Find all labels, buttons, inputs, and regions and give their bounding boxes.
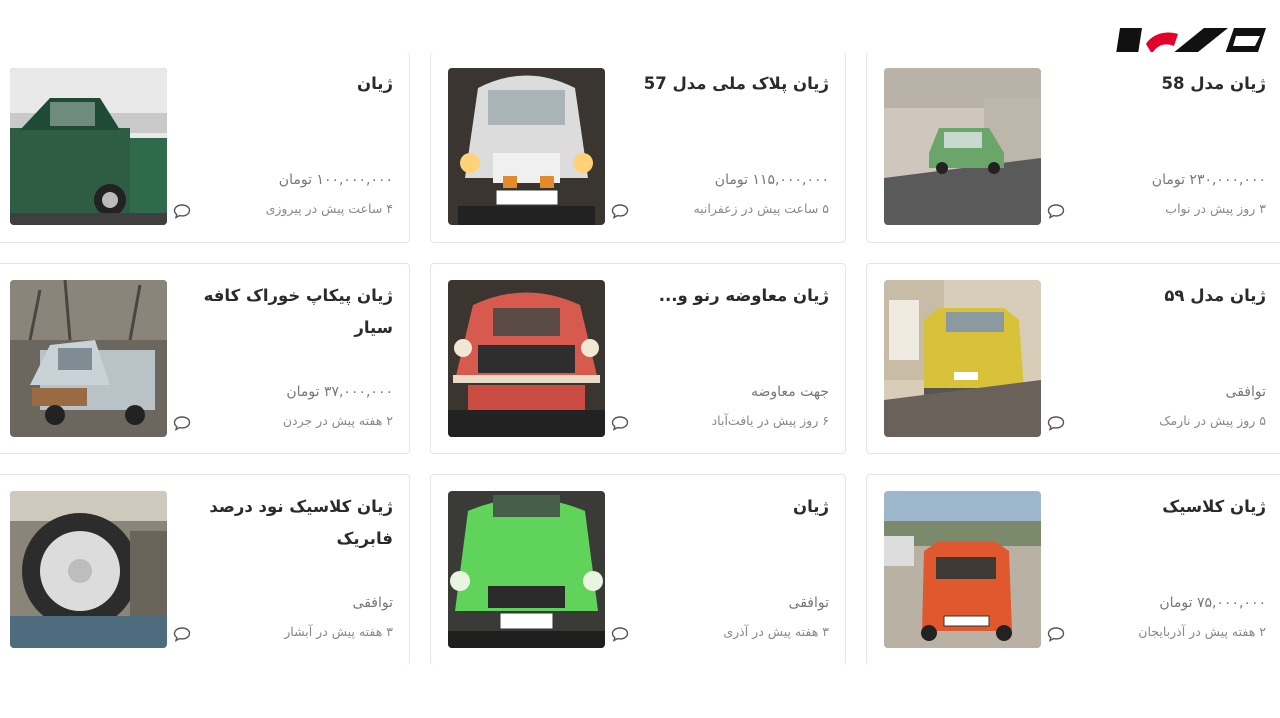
listing-title[interactable]: ژیان پیکاپ خوراک کافه سیار (183, 280, 393, 344)
listing-info: ژیان توافقی ۳ هفته پیش در آذری (619, 491, 829, 651)
listing-card[interactable]: ژیان کلاسیک نود درصد فابریک توافقی ۳ هفت… (0, 474, 410, 665)
listing-card[interactable]: ژیان معاوضه رنو و... جهت معاوضه ۶ روز پی… (430, 263, 846, 454)
listing-card[interactable]: ژیان توافقی ۳ هفته پیش در آذری (430, 474, 846, 665)
listing-price: ۷۵,۰۰۰,۰۰۰ تومان (1159, 595, 1266, 611)
listing-thumbnail[interactable] (884, 280, 1041, 437)
listing-title[interactable]: ژیان (183, 68, 393, 132)
listing-price: توافقی (352, 595, 393, 611)
listing-info: ژیان ۱۰۰,۰۰۰,۰۰۰ تومان ۴ ساعت پیش در پیر… (183, 68, 393, 228)
listing-price: ۳۷,۰۰۰,۰۰۰ تومان (286, 384, 393, 400)
listing-meta: ۳ روز پیش در نواب (1165, 201, 1266, 216)
listing-meta: ۳ هفته پیش در آبشار (284, 624, 393, 639)
listing-title[interactable]: ژیان کلاسیک نود درصد فابریک (183, 491, 393, 555)
listing-info: ژیان معاوضه رنو و... جهت معاوضه ۶ روز پی… (619, 280, 829, 440)
listing-card[interactable]: ژیان مدل 58 ۲۳۰,۰۰۰,۰۰۰ تومان ۳ روز پیش … (866, 52, 1280, 243)
listing-meta: ۲ هفته پیش در آذربایجان (1138, 624, 1266, 639)
listing-info: ژیان کلاسیک نود درصد فابریک توافقی ۳ هفت… (183, 491, 393, 651)
listing-title[interactable]: ژیان مدل 58 (1056, 68, 1267, 132)
listing-thumbnail[interactable] (884, 491, 1041, 648)
listing-thumbnail[interactable] (448, 491, 605, 648)
listing-price: توافقی (1225, 384, 1266, 400)
listing-price: توافقی (788, 595, 829, 611)
listing-title[interactable]: ژیان معاوضه رنو و... (619, 280, 829, 344)
listing-title[interactable]: ژیان مدل ۵۹ (1056, 280, 1266, 344)
listing-title[interactable]: ژیان پلاک ملی مدل 57 (619, 68, 829, 132)
listing-thumbnail[interactable] (884, 68, 1041, 225)
listing-card[interactable]: ژیان ۱۰۰,۰۰۰,۰۰۰ تومان ۴ ساعت پیش در پیر… (0, 52, 410, 243)
listing-meta: ۵ روز پیش در نارمک (1159, 413, 1266, 428)
listing-meta: ۲ هفته پیش در جردن (282, 413, 393, 428)
listing-title[interactable]: ژیان کلاسیک (1056, 491, 1266, 555)
listing-card[interactable]: ژیان پلاک ملی مدل 57 ۱۱۵,۰۰۰,۰۰۰ تومان ۵… (430, 52, 846, 243)
listing-meta: ۵ ساعت پیش در زعفرانیه (693, 201, 829, 216)
listing-card[interactable]: ژیان کلاسیک ۷۵,۰۰۰,۰۰۰ تومان ۲ هفته پیش … (866, 474, 1280, 665)
listing-info: ژیان پلاک ملی مدل 57 ۱۱۵,۰۰۰,۰۰۰ تومان ۵… (619, 68, 829, 228)
listing-meta: ۶ روز پیش در یافت‌آباد (711, 413, 829, 428)
listing-thumbnail[interactable] (10, 280, 167, 437)
listing-meta: ۴ ساعت پیش در پیروزی (265, 201, 393, 216)
listing-title[interactable]: ژیان (619, 491, 829, 555)
listing-thumbnail[interactable] (10, 68, 167, 225)
listing-price: جهت معاوضه (751, 384, 829, 400)
listing-meta: ۳ هفته پیش در آذری (723, 624, 829, 639)
listing-price: ۲۳۰,۰۰۰,۰۰۰ تومان (1151, 172, 1266, 188)
listing-info: ژیان مدل 58 ۲۳۰,۰۰۰,۰۰۰ تومان ۳ روز پیش … (1056, 68, 1266, 228)
listing-thumbnail[interactable] (448, 280, 605, 437)
listing-info: ژیان کلاسیک ۷۵,۰۰۰,۰۰۰ تومان ۲ هفته پیش … (1056, 491, 1266, 651)
listing-price: ۱۰۰,۰۰۰,۰۰۰ تومان (278, 172, 393, 188)
listing-info: ژیان مدل ۵۹ توافقی ۵ روز پیش در نارمک (1056, 280, 1266, 440)
listing-price: ۱۱۵,۰۰۰,۰۰۰ تومان (714, 172, 829, 188)
listing-card[interactable]: ژیان پیکاپ خوراک کافه سیار ۳۷,۰۰۰,۰۰۰ تو… (0, 263, 410, 454)
listing-info: ژیان پیکاپ خوراک کافه سیار ۳۷,۰۰۰,۰۰۰ تو… (183, 280, 393, 440)
listing-thumbnail[interactable] (10, 491, 167, 648)
listing-grid: ژیان ۱۰۰,۰۰۰,۰۰۰ تومان ۴ ساعت پیش در پیر… (0, 52, 1280, 665)
listing-card[interactable]: ژیان مدل ۵۹ توافقی ۵ روز پیش در نارمک (866, 263, 1280, 454)
listing-thumbnail[interactable] (448, 68, 605, 225)
